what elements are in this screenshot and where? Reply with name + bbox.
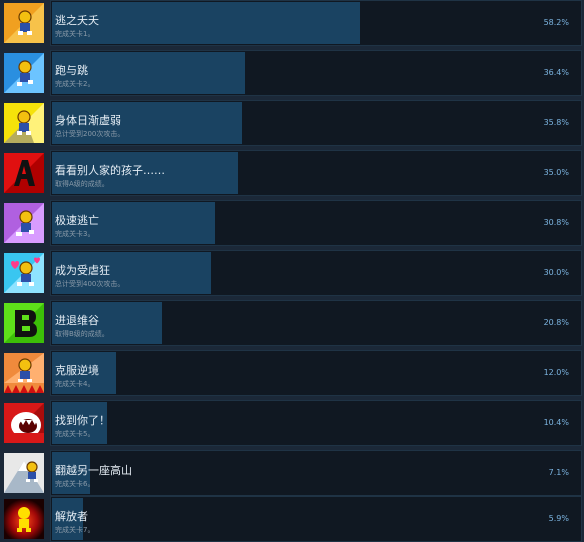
achievement-panel: 翻越另一座高山 完成关卡6。 7.1% [50, 450, 582, 496]
achievement-row[interactable]: 翻越另一座高山 完成关卡6。 7.1% [0, 450, 584, 496]
achievement-row[interactable]: 成为受虐狂 总计受到400次攻击。 30.0% [0, 250, 584, 296]
achievement-panel: 解放者 完成关卡7。 5.9% [50, 496, 582, 542]
runner-purple-icon [4, 203, 44, 243]
achievement-panel: 成为受虐狂 总计受到400次攻击。 30.0% [50, 250, 582, 296]
runner-spikes-icon [4, 353, 44, 393]
achievement-panel: 进退维谷 取得B级的成绩。 20.8% [50, 300, 582, 346]
runner-orange-icon [4, 3, 44, 43]
unlock-percentage: 35.0% [543, 168, 569, 177]
unlock-percentage: 36.4% [543, 68, 569, 77]
runner-yellow-icon [4, 103, 44, 143]
unlock-percentage: 20.8% [543, 318, 569, 327]
achievement-title: 进退维谷 [55, 314, 99, 327]
achievement-row[interactable]: 逃之夭夭 完成关卡1。 58.2% [0, 0, 584, 46]
monster-mouth-icon [4, 403, 44, 443]
achievement-panel: 跑与跳 完成关卡2。 36.4% [50, 50, 582, 96]
achievement-title: 翻越另一座高山 [55, 464, 132, 477]
achievement-panel: 找到你了！ 完成关卡5。 10.4% [50, 400, 582, 446]
achievement-description: 完成关卡7。 [55, 526, 95, 534]
achievement-description: 取得B级的成绩。 [55, 330, 109, 338]
achievement-title: 成为受虐狂 [55, 264, 110, 277]
achievement-description: 完成关卡4。 [55, 380, 95, 388]
achievement-description: 完成关卡3。 [55, 230, 95, 238]
achievement-row[interactable]: 找到你了！ 完成关卡5。 10.4% [0, 400, 584, 446]
achievement-panel: 逃之夭夭 完成关卡1。 58.2% [50, 0, 582, 46]
unlock-percentage: 12.0% [543, 368, 569, 377]
achievement-description: 总计受到400次攻击。 [55, 280, 125, 288]
achievement-row[interactable]: 解放者 完成关卡7。 5.9% [0, 496, 584, 542]
achievement-description: 完成关卡5。 [55, 430, 95, 438]
achievement-description: 总计受到200次攻击。 [55, 130, 125, 138]
achievement-row[interactable]: 克服逆境 完成关卡4。 12.0% [0, 350, 584, 396]
unlock-percentage: 30.0% [543, 268, 569, 277]
achievement-list: 逃之夭夭 完成关卡1。 58.2% 跑与跳 完成关卡2。 36.4% 身体日渐虚… [0, 0, 584, 542]
achievement-title: 看看别人家的孩子…… [55, 164, 165, 177]
unlock-percentage: 10.4% [543, 418, 569, 427]
achievement-title: 极速逃亡 [55, 214, 99, 227]
achievement-row[interactable]: 看看别人家的孩子…… 取得A级的成绩。 35.0% [0, 150, 584, 196]
runner-mountain-icon [4, 453, 44, 493]
achievement-row[interactable]: 极速逃亡 完成关卡3。 30.8% [0, 200, 584, 246]
achievement-description: 完成关卡1。 [55, 30, 95, 38]
achievement-row[interactable]: 进退维谷 取得B级的成绩。 20.8% [0, 300, 584, 346]
achievement-title: 身体日渐虚弱 [55, 114, 121, 127]
runner-blue-icon [4, 53, 44, 93]
runner-hearts-icon [4, 253, 44, 293]
unlock-percentage: 35.8% [543, 118, 569, 127]
achievement-title: 找到你了！ [55, 414, 110, 427]
unlock-percentage: 58.2% [543, 18, 569, 27]
achievement-title: 解放者 [55, 510, 88, 523]
achievement-title: 克服逆境 [55, 364, 99, 377]
achievement-panel: 看看别人家的孩子…… 取得A级的成绩。 35.0% [50, 150, 582, 196]
grade-a-icon [4, 153, 44, 193]
achievement-description: 完成关卡2。 [55, 80, 95, 88]
unlock-percentage: 7.1% [548, 468, 569, 477]
achievement-row[interactable]: 跑与跳 完成关卡2。 36.4% [0, 50, 584, 96]
achievement-row[interactable]: 身体日渐虚弱 总计受到200次攻击。 35.8% [0, 100, 584, 146]
achievement-title: 逃之夭夭 [55, 14, 99, 27]
unlock-percentage: 5.9% [548, 514, 569, 523]
achievement-panel: 克服逆境 完成关卡4。 12.0% [50, 350, 582, 396]
glowing-figure-icon [4, 499, 44, 539]
grade-b-icon [4, 303, 44, 343]
achievement-description: 完成关卡6。 [55, 480, 95, 488]
achievement-description: 取得A级的成绩。 [55, 180, 109, 188]
achievement-panel: 身体日渐虚弱 总计受到200次攻击。 35.8% [50, 100, 582, 146]
unlock-percentage: 30.8% [543, 218, 569, 227]
achievement-title: 跑与跳 [55, 64, 88, 77]
achievement-panel: 极速逃亡 完成关卡3。 30.8% [50, 200, 582, 246]
